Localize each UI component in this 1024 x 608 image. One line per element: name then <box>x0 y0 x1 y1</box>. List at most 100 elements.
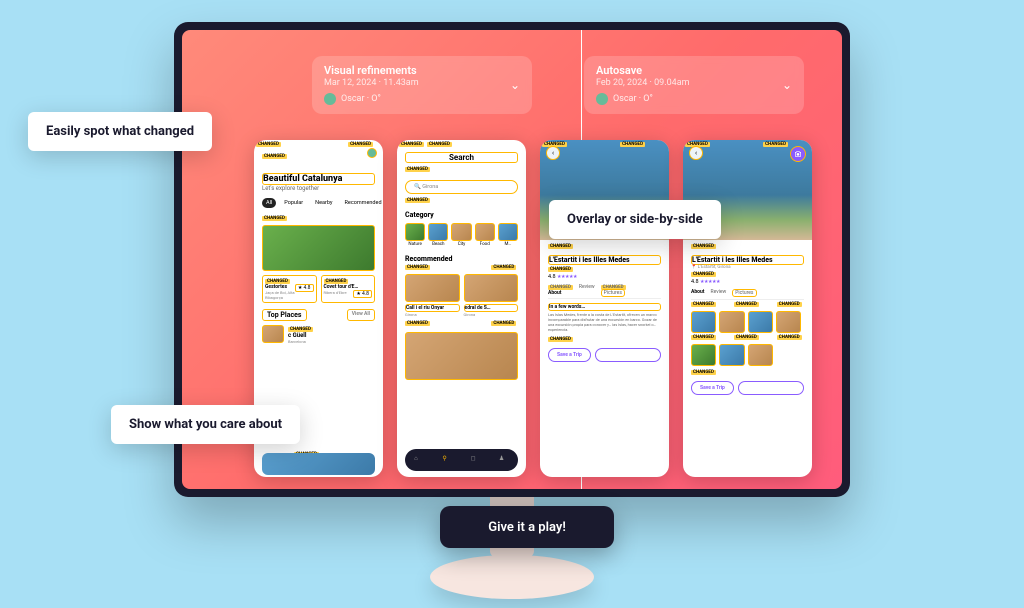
bookmark-icon[interactable]: ◻ <box>471 455 481 465</box>
changed-badge: CHANGED <box>405 321 430 326</box>
detail-location: 📍 L'Estartit, Girona <box>691 265 804 270</box>
save-alt-button[interactable] <box>595 348 661 362</box>
tab-all[interactable]: All <box>262 198 276 208</box>
changed-badge: CHANGED <box>405 167 430 172</box>
changed-badge: CHANGED <box>491 265 516 270</box>
rating-badge: ★ 4.8 <box>295 284 314 292</box>
category-beach[interactable]: Beach <box>428 223 448 247</box>
version-date: Feb 20, 2024 · 09.04am <box>596 78 792 88</box>
play-button[interactable]: Give it a play! <box>440 506 614 548</box>
gallery-thumb[interactable] <box>719 344 744 366</box>
section-category: Category <box>405 211 518 219</box>
page-title: Beautiful Catalunya <box>262 173 375 185</box>
category-food[interactable]: Food <box>475 223 495 247</box>
changed-badge: CHANGED <box>427 142 452 147</box>
back-button[interactable]: ‹ <box>689 146 703 160</box>
changed-badge: CHANGED <box>348 142 373 147</box>
version-title: Visual refinements <box>324 64 520 77</box>
callout-overlay-mode: Overlay or side-by-side <box>549 200 721 239</box>
save-trip-button[interactable]: Save a Trip <box>691 381 734 395</box>
chevron-down-icon[interactable]: ⌄ <box>510 78 520 92</box>
gallery-thumb[interactable] <box>691 344 716 366</box>
changed-badge: CHANGED <box>262 154 287 159</box>
detail-title: L'Estartit i les Illes Medes <box>548 255 661 265</box>
camera-button[interactable] <box>790 146 806 162</box>
version-date: Mar 12, 2024 · 11.43am <box>324 78 520 88</box>
section-recommended: Recommended <box>405 255 518 263</box>
tab-about[interactable]: About <box>691 289 705 297</box>
category-city[interactable]: City <box>451 223 471 247</box>
tab-review[interactable]: Review <box>711 289 727 297</box>
changed-badge: CHANGED <box>691 244 716 249</box>
hero-image[interactable] <box>262 225 375 271</box>
changed-badge: CHANGED <box>691 272 716 277</box>
search-input[interactable]: 🔍 Girona <box>405 180 518 194</box>
category-more[interactable]: M… <box>498 223 518 247</box>
version-title: Autosave <box>596 64 792 77</box>
recommended-card[interactable]: Call i el riu Onyar Girona <box>405 274 460 317</box>
mockup-detail-a: CHANGED CHANGED ‹ CHANGED L'Estartit i l… <box>540 140 669 477</box>
bottom-card[interactable] <box>262 453 375 475</box>
section-in-words: In a few words… <box>548 303 661 311</box>
tab-about[interactable]: CHANGED About <box>548 284 573 296</box>
search-header: Search <box>405 152 518 163</box>
version-card-left[interactable]: Visual refinements Mar 12, 2024 · 11.43a… <box>312 56 532 114</box>
callout-spot-changes: Easily spot what changed <box>28 112 212 151</box>
stars-icon: ★★★★★ <box>557 274 577 280</box>
version-card-right[interactable]: Autosave Feb 20, 2024 · 09.04am Oscar · … <box>584 56 804 114</box>
pin-icon[interactable]: ⚲ <box>442 455 452 465</box>
changed-badge: CHANGED <box>399 142 424 147</box>
gallery-thumb[interactable] <box>776 311 801 333</box>
mockup-detail-b: CHANGED CHANGED ‹ CHANGED L'Estartit i l… <box>683 140 812 477</box>
tab-nearby[interactable]: Nearby <box>311 198 336 208</box>
chevron-down-icon[interactable]: ⌄ <box>782 78 792 92</box>
tab-popular[interactable]: Popular <box>280 198 307 208</box>
gallery-thumb[interactable] <box>748 311 773 333</box>
rating-badge: ★ 4.8 <box>353 290 372 298</box>
gallery-thumb[interactable] <box>748 344 773 366</box>
mockup-search: CHANGED CHANGED Search CHANGED 🔍 Girona … <box>397 140 526 477</box>
place-card[interactable]: CHANGED Covet tour d'E… ★ 4.8 Ribera d'E… <box>321 275 376 303</box>
gallery-thumb[interactable] <box>691 311 716 333</box>
home-icon[interactable]: ⌂ <box>414 455 424 465</box>
stars-icon: ★★★★★ <box>700 279 720 285</box>
avatar[interactable] <box>367 148 377 158</box>
changed-badge: CHANGED <box>691 335 716 340</box>
camera-icon <box>794 150 802 158</box>
search-value: Girona <box>422 184 438 190</box>
back-button[interactable]: ‹ <box>546 146 560 160</box>
avatar <box>596 93 608 105</box>
cta-label: Give it a play! <box>488 520 566 535</box>
category-nature[interactable]: Nature <box>405 223 425 247</box>
rec-name: Call i el riu Onyar <box>405 304 460 312</box>
recommended-card[interactable]: edral de S… Girona <box>464 274 519 317</box>
page-subtitle: Let's explore together <box>262 185 375 192</box>
changed-badge: CHANGED <box>763 142 788 147</box>
author-name: Oscar · O° <box>613 94 653 104</box>
changed-badge: CHANGED <box>256 142 281 147</box>
tab-pictures[interactable]: CHANGED Pictures <box>601 284 626 296</box>
place-card[interactable]: CHANGED Gestortes ★ 4.8 Jaça de Boi, Alt… <box>262 275 317 303</box>
tab-review[interactable]: Review <box>579 284 595 296</box>
version-author: Oscar · O° <box>596 93 792 105</box>
gallery-thumb[interactable] <box>719 311 744 333</box>
rec-name: edral de S… <box>464 304 519 312</box>
tab-recommended[interactable]: Recommended <box>341 198 383 208</box>
changed-badge: CHANGED <box>777 335 802 340</box>
changed-badge: CHANGED <box>405 265 430 270</box>
place-thumbnail[interactable] <box>262 325 284 343</box>
profile-icon[interactable]: ♟ <box>499 455 509 465</box>
save-alt-button[interactable] <box>738 381 804 395</box>
avatar <box>324 93 336 105</box>
changed-badge: CHANGED <box>548 267 573 272</box>
version-author: Oscar · O° <box>324 93 520 105</box>
callout-show-care: Show what you care about <box>111 405 300 444</box>
view-all-link[interactable]: View All <box>347 309 375 321</box>
save-trip-button[interactable]: Save a Trip <box>548 348 591 362</box>
tab-pictures[interactable]: Pictures <box>732 289 756 297</box>
explore-image[interactable] <box>405 332 518 380</box>
monitor-stand-base <box>430 555 594 599</box>
changed-badge: CHANGED <box>548 337 573 342</box>
rating-value: 4.8 <box>691 279 699 285</box>
changed-badge: CHANGED <box>691 302 716 307</box>
